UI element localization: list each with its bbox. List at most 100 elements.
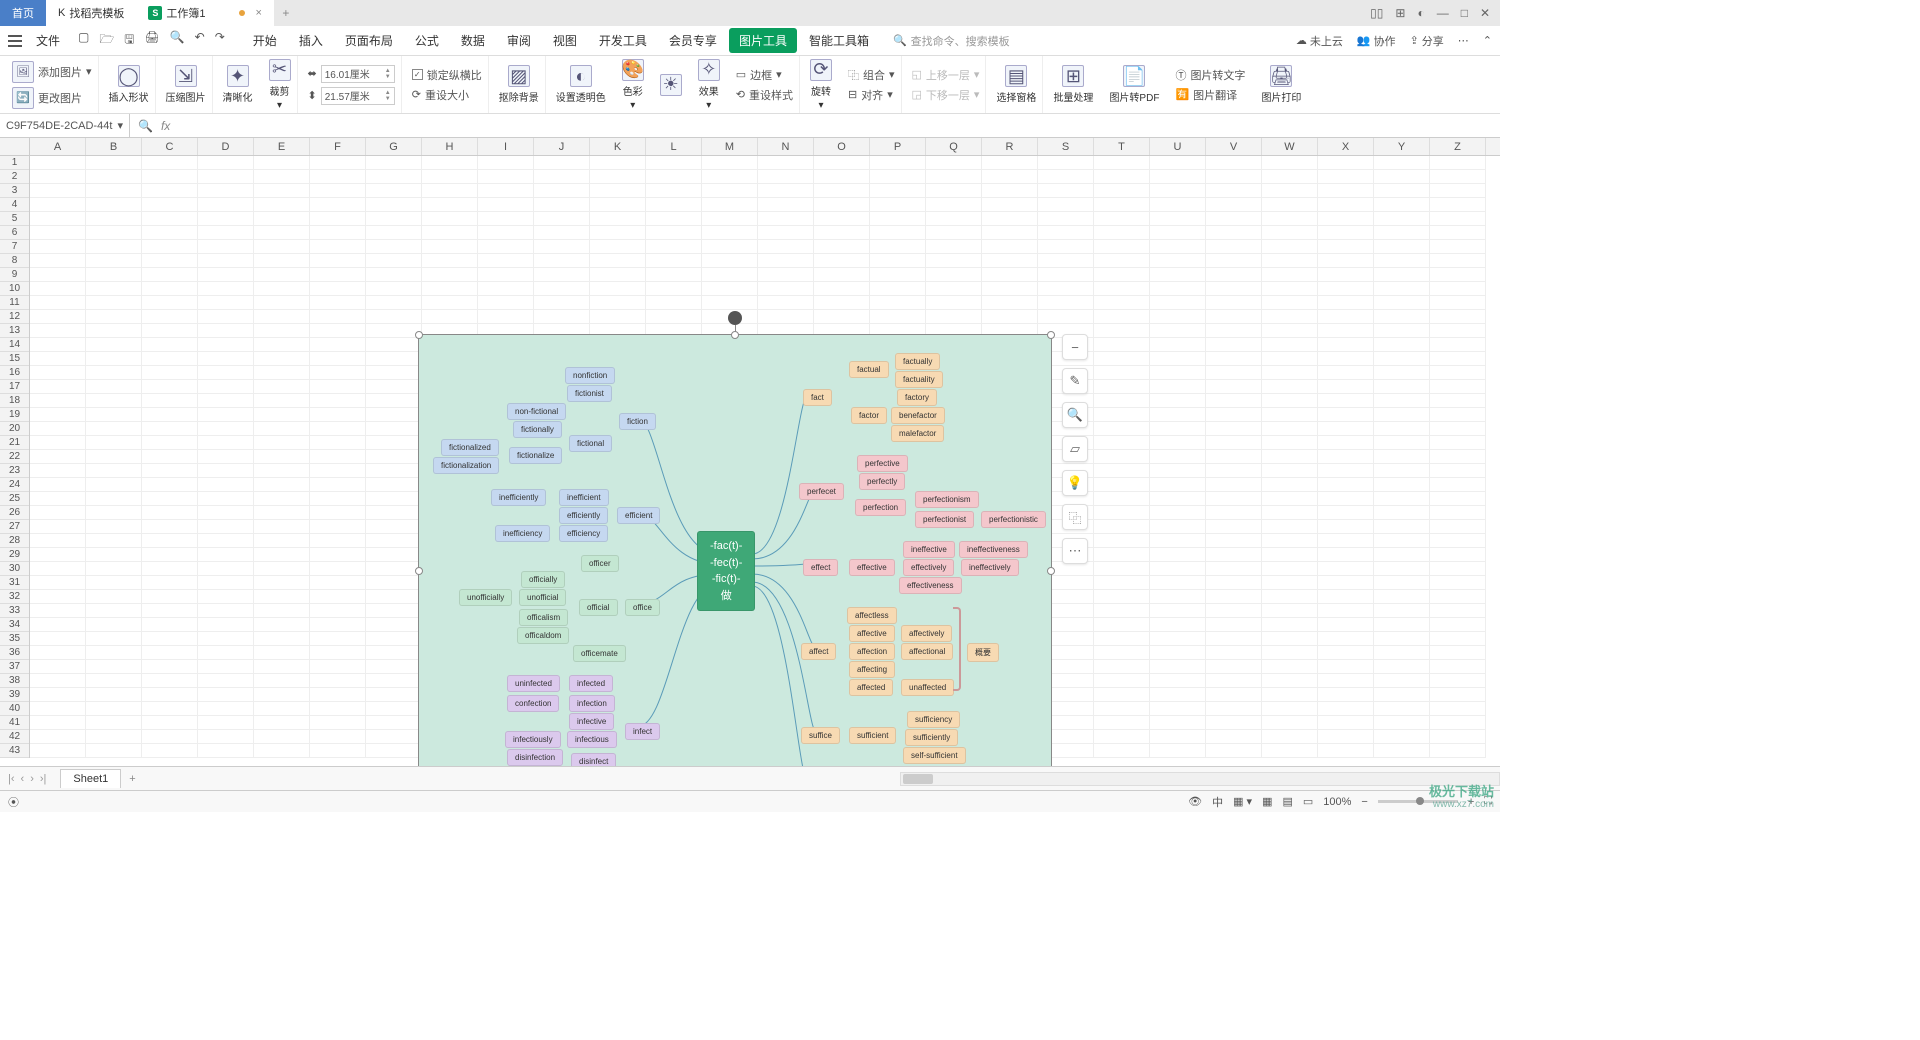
command-search[interactable]: 🔍 查找命令、搜索模板 [893,33,1010,49]
tab-start[interactable]: 开始 [243,28,287,53]
cloud-status[interactable]: ☁ 未上云 [1296,33,1343,49]
add-image-button[interactable]: 🖼添加图片 ▾ [12,61,92,83]
col-header[interactable]: Y [1374,138,1430,155]
sheet-next-icon[interactable]: › [30,773,34,785]
name-box[interactable]: C9F754DE-2CAD-44t▾ [0,114,130,137]
tab-devtools[interactable]: 开发工具 [589,28,657,53]
lock-ratio-checkbox[interactable]: ✓锁定纵横比 [412,67,482,83]
row-header[interactable]: 10 [0,282,29,296]
print-icon[interactable]: 🖨 [144,30,159,51]
row-header[interactable]: 25 [0,492,29,506]
row-header[interactable]: 41 [0,716,29,730]
row-header[interactable]: 43 [0,744,29,758]
row-header[interactable]: 21 [0,436,29,450]
col-header[interactable]: C [142,138,198,155]
row-header[interactable]: 18 [0,394,29,408]
grid-icon[interactable]: ▦ ▾ [1233,795,1252,808]
sheet-first-icon[interactable]: |‹ [8,773,15,785]
col-header[interactable]: B [86,138,142,155]
row-header[interactable]: 12 [0,310,29,324]
col-header[interactable]: S [1038,138,1094,155]
minimize-button[interactable]: — [1437,6,1449,20]
crop-button[interactable]: ✂裁剪▾ [269,59,291,111]
tab-workbook[interactable]: S 工作簿1 × [136,0,274,26]
col-header[interactable]: V [1206,138,1262,155]
sharpen-button[interactable]: ✦清晰化 [223,65,253,104]
col-header[interactable]: G [366,138,422,155]
float-crop-icon[interactable]: ▱ [1062,436,1088,462]
height-input[interactable]: 21.57厘米▲▼ [321,87,395,105]
sheet-last-icon[interactable]: ›| [40,773,47,785]
align-button[interactable]: ⊟对齐 ▾ [848,87,895,103]
row-header[interactable]: 8 [0,254,29,268]
tab-insert[interactable]: 插入 [289,28,333,53]
row-header[interactable]: 20 [0,422,29,436]
zoom-thumb[interactable] [1416,797,1424,805]
brightness-button[interactable]: ☀ [660,74,682,96]
rotate-handle[interactable] [728,311,742,325]
record-icon[interactable]: ⦿ [8,794,19,810]
collapse-icon[interactable]: ⌃ [1483,34,1492,47]
layout1-icon[interactable]: ▯▯ [1370,6,1383,20]
zoom-out-button[interactable]: − [1361,796,1367,808]
col-header[interactable]: A [30,138,86,155]
reset-style-button[interactable]: ⟲重设样式 [736,87,793,103]
row-header[interactable]: 5 [0,212,29,226]
float-more-icon[interactable]: ⋯ [1062,538,1088,564]
scroll-thumb[interactable] [903,774,933,784]
row-header[interactable]: 14 [0,338,29,352]
translate-button[interactable]: 🈶图片翻译 [1175,87,1245,103]
preview-icon[interactable]: 🔍 [170,30,185,51]
col-header[interactable]: O [814,138,870,155]
col-header[interactable]: H [422,138,478,155]
spreadsheet-grid[interactable]: ABCDEFGHIJKLMNOPQRSTUVWXYZ 1234567891011… [0,138,1500,766]
layout2-icon[interactable]: ⊞ [1395,6,1405,20]
tab-home[interactable]: 首页 [0,0,46,26]
tab-member[interactable]: 会员专享 [659,28,727,53]
row-header[interactable]: 9 [0,268,29,282]
send-backward-button[interactable]: ◲下移一层 ▾ [912,87,980,103]
col-header[interactable]: N [758,138,814,155]
collab-button[interactable]: 👥 协作 [1357,33,1396,49]
row-header[interactable]: 29 [0,548,29,562]
row-header[interactable]: 42 [0,730,29,744]
row-header[interactable]: 2 [0,170,29,184]
row-header[interactable]: 17 [0,380,29,394]
tab-view[interactable]: 视图 [543,28,587,53]
row-header[interactable]: 31 [0,576,29,590]
eye-icon[interactable]: 👁 [1188,795,1202,808]
col-header[interactable]: D [198,138,254,155]
row-header[interactable]: 13 [0,324,29,338]
reset-size-button[interactable]: ⟳重设大小 [412,87,482,103]
selection-pane-button[interactable]: ▤选择窗格 [996,65,1036,104]
col-header[interactable]: Q [926,138,982,155]
col-header[interactable]: P [870,138,926,155]
row-header[interactable]: 19 [0,408,29,422]
horizontal-scrollbar[interactable] [900,772,1500,786]
float-collapse-icon[interactable]: − [1062,334,1088,360]
insert-shape-button[interactable]: ◯插入形状 [109,65,149,104]
close-button[interactable]: ✕ [1480,6,1490,20]
row-header[interactable]: 32 [0,590,29,604]
tab-add-button[interactable]: + [274,0,298,26]
float-zoom-icon[interactable]: 🔍 [1062,402,1088,428]
group-button[interactable]: ⿻组合 ▾ [848,67,895,83]
float-idea-icon[interactable]: 💡 [1062,470,1088,496]
col-header[interactable]: Z [1430,138,1486,155]
change-image-button[interactable]: 🔄更改图片 [12,87,92,109]
row-header[interactable]: 4 [0,198,29,212]
row-header[interactable]: 40 [0,702,29,716]
row-header[interactable]: 30 [0,562,29,576]
more-icon[interactable]: ⋯ [1458,34,1469,47]
rotate-button[interactable]: ⟳旋转▾ [810,59,832,111]
file-menu[interactable]: 文件 [28,30,68,51]
effects-button[interactable]: ✧效果▾ [698,59,720,111]
hamburger-icon[interactable] [8,35,22,47]
tab-close-icon[interactable]: × [255,7,261,19]
view-reader-icon[interactable]: ▭ [1303,795,1313,808]
compress-button[interactable]: ⇲压缩图片 [166,65,206,104]
color-button[interactable]: 🎨色彩▾ [622,59,644,111]
tab-formula[interactable]: 公式 [405,28,449,53]
float-edit-icon[interactable]: ✎ [1062,368,1088,394]
col-header[interactable]: T [1094,138,1150,155]
